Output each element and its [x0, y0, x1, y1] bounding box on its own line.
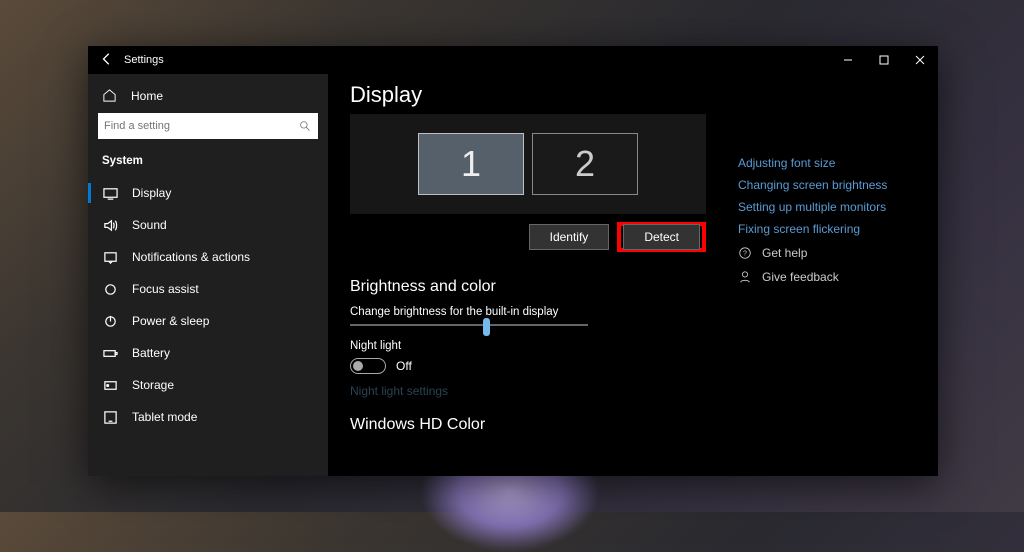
detect-button[interactable]: Detect — [623, 224, 700, 250]
sidebar-item-focus-assist[interactable]: Focus assist — [88, 273, 328, 305]
sidebar-item-label: Storage — [132, 378, 174, 392]
sidebar-item-label: Battery — [132, 346, 170, 360]
sidebar-item-label: Display — [132, 186, 171, 200]
sidebar-home[interactable]: Home — [88, 82, 328, 113]
sidebar-item-power-sleep[interactable]: Power & sleep — [88, 305, 328, 337]
sidebar-section-label: System — [88, 151, 328, 177]
svg-text:?: ? — [743, 251, 747, 258]
help-link-monitors[interactable]: Setting up multiple monitors — [738, 200, 928, 214]
sidebar-item-label: Power & sleep — [132, 314, 209, 328]
page-title: Display — [350, 82, 920, 108]
monitor-1[interactable]: 1 — [418, 133, 524, 195]
content-area: Display 1 2 Identify Detect Brightness a… — [328, 74, 938, 476]
display-icon — [102, 185, 118, 201]
battery-icon — [102, 345, 118, 361]
power-icon — [102, 313, 118, 329]
nightlight-settings-link[interactable]: Night light settings — [350, 384, 920, 398]
tablet-icon — [102, 409, 118, 425]
right-column: Have a question? Adjusting font size Cha… — [738, 134, 928, 284]
monitor-actions-row: Identify Detect — [350, 214, 706, 260]
slider-thumb[interactable] — [483, 318, 490, 336]
storage-icon — [102, 377, 118, 393]
help-icon: ? — [738, 246, 752, 260]
notifications-icon — [102, 249, 118, 265]
help-link-font-size[interactable]: Adjusting font size — [738, 156, 928, 170]
nightlight-row: Off — [350, 358, 920, 374]
give-feedback-link[interactable]: Give feedback — [738, 270, 928, 284]
get-help-label: Get help — [762, 246, 807, 260]
focus-assist-icon — [102, 281, 118, 297]
search-icon — [299, 120, 312, 133]
titlebar: Settings — [88, 46, 938, 74]
monitor-arrangement[interactable]: 1 2 — [350, 114, 706, 214]
give-feedback-label: Give feedback — [762, 270, 839, 284]
brightness-label: Change brightness for the built-in displ… — [350, 306, 920, 318]
sidebar-item-battery[interactable]: Battery — [88, 337, 328, 369]
window-body: Home System Display Sound Notifications … — [88, 74, 938, 476]
sidebar-item-label: Tablet mode — [132, 410, 197, 424]
feedback-icon — [738, 270, 752, 284]
sidebar-item-storage[interactable]: Storage — [88, 369, 328, 401]
sidebar-item-label: Notifications & actions — [132, 250, 250, 264]
sidebar-item-label: Focus assist — [132, 282, 199, 296]
sidebar-item-sound[interactable]: Sound — [88, 209, 328, 241]
detect-highlight: Detect — [617, 222, 706, 252]
search-box[interactable] — [98, 113, 318, 139]
sidebar-item-tablet-mode[interactable]: Tablet mode — [88, 401, 328, 433]
back-button[interactable] — [100, 52, 124, 69]
nightlight-label: Night light — [350, 340, 920, 352]
window-title: Settings — [124, 54, 164, 66]
nightlight-toggle[interactable] — [350, 358, 386, 374]
identify-button[interactable]: Identify — [529, 224, 610, 250]
toggle-knob — [353, 361, 363, 371]
monitor-2[interactable]: 2 — [532, 133, 638, 195]
search-input[interactable] — [104, 120, 299, 132]
nightlight-state: Off — [396, 359, 412, 373]
sidebar: Home System Display Sound Notifications … — [88, 74, 328, 476]
settings-window: Settings Home System Display Sou — [88, 46, 938, 476]
brightness-slider[interactable] — [350, 324, 588, 326]
sidebar-item-notifications[interactable]: Notifications & actions — [88, 241, 328, 273]
help-link-brightness[interactable]: Changing screen brightness — [738, 178, 928, 192]
sidebar-home-label: Home — [131, 89, 163, 103]
home-icon — [102, 88, 117, 103]
sidebar-item-label: Sound — [132, 218, 167, 232]
minimize-button[interactable] — [830, 46, 866, 74]
sidebar-item-display[interactable]: Display — [88, 177, 328, 209]
close-button[interactable] — [902, 46, 938, 74]
hd-color-heading: Windows HD Color — [350, 416, 920, 434]
window-controls — [830, 46, 938, 74]
help-link-flickering[interactable]: Fixing screen flickering — [738, 222, 928, 236]
sound-icon — [102, 217, 118, 233]
get-help-link[interactable]: ? Get help — [738, 246, 928, 260]
maximize-button[interactable] — [866, 46, 902, 74]
